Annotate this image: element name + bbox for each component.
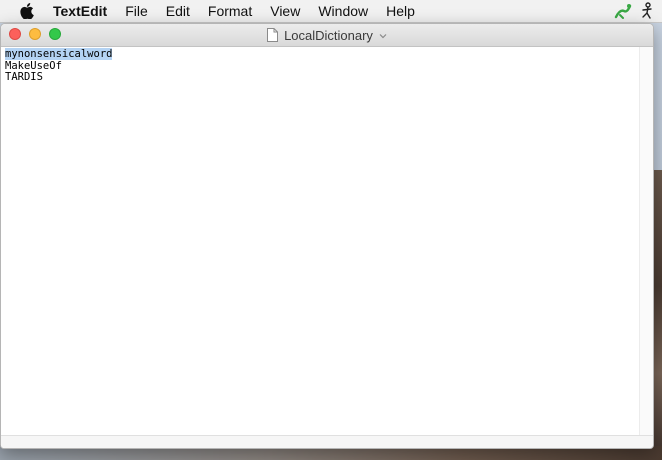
vertical-scrollbar[interactable] <box>639 47 653 436</box>
zoom-button[interactable] <box>49 28 61 40</box>
menu-app-name[interactable]: TextEdit <box>53 0 116 22</box>
close-button[interactable] <box>9 28 21 40</box>
menu-extras <box>614 0 662 22</box>
splashtop-icon[interactable] <box>614 2 632 20</box>
minimize-button[interactable] <box>29 28 41 40</box>
textedit-window: LocalDictionary mynonsensicalword MakeUs… <box>0 23 654 449</box>
window-bottom-edge <box>1 435 653 448</box>
window-controls <box>9 28 61 40</box>
menu-window[interactable]: Window <box>309 0 377 22</box>
window-title: LocalDictionary <box>284 27 373 43</box>
text-line[interactable]: MakeUseOf <box>5 60 635 73</box>
title-bar[interactable]: LocalDictionary <box>1 24 653 47</box>
menu-file[interactable]: File <box>116 0 157 22</box>
selected-text[interactable]: mynonsensicalword <box>5 48 113 60</box>
apple-icon[interactable] <box>19 3 35 20</box>
menu-view[interactable]: View <box>261 0 309 22</box>
window-title-group[interactable]: LocalDictionary <box>267 28 387 43</box>
menu-bar: TextEdit File Edit Format View Window He… <box>0 0 662 23</box>
chevron-down-icon[interactable] <box>379 32 387 40</box>
text-line[interactable]: TARDIS <box>5 71 635 84</box>
document-icon <box>267 28 279 42</box>
menu-edit[interactable]: Edit <box>157 0 199 22</box>
text-line[interactable]: mynonsensicalword <box>5 48 635 61</box>
menu-format[interactable]: Format <box>199 0 261 22</box>
menu-help[interactable]: Help <box>377 0 424 22</box>
accessibility-icon[interactable] <box>638 2 656 20</box>
document-text-area[interactable]: mynonsensicalword MakeUseOf TARDIS <box>1 47 639 448</box>
